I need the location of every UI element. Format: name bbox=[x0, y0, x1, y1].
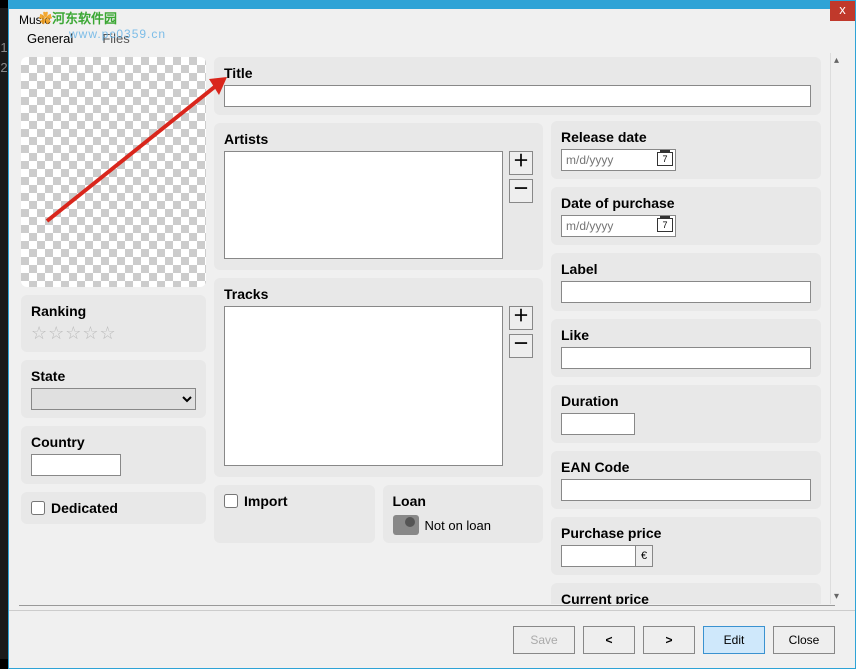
artists-label: Artists bbox=[224, 131, 533, 147]
side-num-1: 1 bbox=[0, 38, 8, 58]
release-date-card: Release date 7 bbox=[551, 121, 821, 179]
content-area: Ranking ☆☆☆☆☆ State Country Dedicated bbox=[15, 53, 827, 604]
window-title: Music bbox=[9, 9, 855, 29]
like-input[interactable] bbox=[561, 347, 811, 369]
app-side-strip: 1 2 bbox=[0, 8, 8, 659]
ean-label: EAN Code bbox=[561, 459, 811, 475]
titlebar bbox=[9, 1, 855, 9]
ranking-card: Ranking ☆☆☆☆☆ bbox=[21, 295, 206, 352]
country-input[interactable] bbox=[31, 454, 121, 476]
label-card: Label bbox=[551, 253, 821, 311]
loan-card: Loan Not on loan bbox=[383, 485, 544, 543]
like-card: Like bbox=[551, 319, 821, 377]
import-card: Import bbox=[214, 485, 375, 543]
label-label: Label bbox=[561, 261, 811, 277]
purchase-price-input[interactable] bbox=[561, 545, 635, 567]
remove-track-button[interactable]: － bbox=[509, 334, 533, 358]
music-window: x Music General Files ✿河东软件园 www.pc0359.… bbox=[8, 0, 856, 669]
ean-input[interactable] bbox=[561, 479, 811, 501]
purchase-price-card: Purchase price € bbox=[551, 517, 821, 575]
add-track-button[interactable]: ＋ bbox=[509, 306, 533, 330]
calendar-icon[interactable]: 7 bbox=[657, 218, 673, 232]
current-price-card: Current price € bbox=[551, 583, 821, 604]
save-button[interactable]: Save bbox=[513, 626, 575, 654]
purchase-date-label: Date of purchase bbox=[561, 195, 811, 211]
ranking-label: Ranking bbox=[31, 303, 196, 319]
purchase-price-label: Purchase price bbox=[561, 525, 811, 541]
prev-button[interactable]: < bbox=[583, 626, 635, 654]
close-icon[interactable]: x bbox=[830, 1, 855, 21]
ranking-stars[interactable]: ☆☆☆☆☆ bbox=[31, 323, 196, 344]
state-card: State bbox=[21, 360, 206, 418]
divider bbox=[19, 605, 835, 606]
dedicated-checkbox[interactable] bbox=[31, 501, 45, 515]
tab-files[interactable]: Files bbox=[98, 29, 133, 48]
cover-art-placeholder[interactable] bbox=[21, 57, 206, 287]
next-button[interactable]: > bbox=[643, 626, 695, 654]
duration-card: Duration bbox=[551, 385, 821, 443]
country-label: Country bbox=[31, 434, 196, 450]
tracks-card: Tracks ＋ － bbox=[214, 278, 543, 477]
dedicated-card: Dedicated bbox=[21, 492, 206, 524]
ean-card: EAN Code bbox=[551, 451, 821, 509]
loan-status: Not on loan bbox=[425, 518, 492, 533]
state-select[interactable] bbox=[31, 388, 196, 410]
tracks-list[interactable] bbox=[224, 306, 503, 466]
like-label: Like bbox=[561, 327, 811, 343]
duration-input[interactable] bbox=[561, 413, 635, 435]
artists-list[interactable] bbox=[224, 151, 503, 259]
person-icon bbox=[393, 515, 419, 535]
purchase-date-card: Date of purchase 7 bbox=[551, 187, 821, 245]
add-artist-button[interactable]: ＋ bbox=[509, 151, 533, 175]
close-button[interactable]: Close bbox=[773, 626, 835, 654]
remove-artist-button[interactable]: － bbox=[509, 179, 533, 203]
state-label: State bbox=[31, 368, 196, 384]
tab-general[interactable]: General bbox=[23, 29, 77, 48]
calendar-icon[interactable]: 7 bbox=[657, 152, 673, 166]
tracks-label: Tracks bbox=[224, 286, 533, 302]
edit-button[interactable]: Edit bbox=[703, 626, 765, 654]
import-label: Import bbox=[244, 493, 288, 509]
tabs: General Files bbox=[9, 29, 855, 48]
loan-label: Loan bbox=[393, 493, 534, 509]
side-num-2: 2 bbox=[0, 58, 8, 78]
duration-label: Duration bbox=[561, 393, 811, 409]
spacer bbox=[551, 57, 821, 113]
release-date-label: Release date bbox=[561, 129, 811, 145]
footer: Save < > Edit Close bbox=[9, 610, 855, 668]
current-price-label: Current price bbox=[561, 591, 811, 604]
scrollbar[interactable] bbox=[830, 53, 847, 604]
currency-icon: € bbox=[635, 545, 653, 567]
import-checkbox[interactable] bbox=[224, 494, 238, 508]
dedicated-label: Dedicated bbox=[51, 500, 118, 516]
country-card: Country bbox=[21, 426, 206, 484]
label-input[interactable] bbox=[561, 281, 811, 303]
artists-card: Artists ＋ － bbox=[214, 123, 543, 270]
